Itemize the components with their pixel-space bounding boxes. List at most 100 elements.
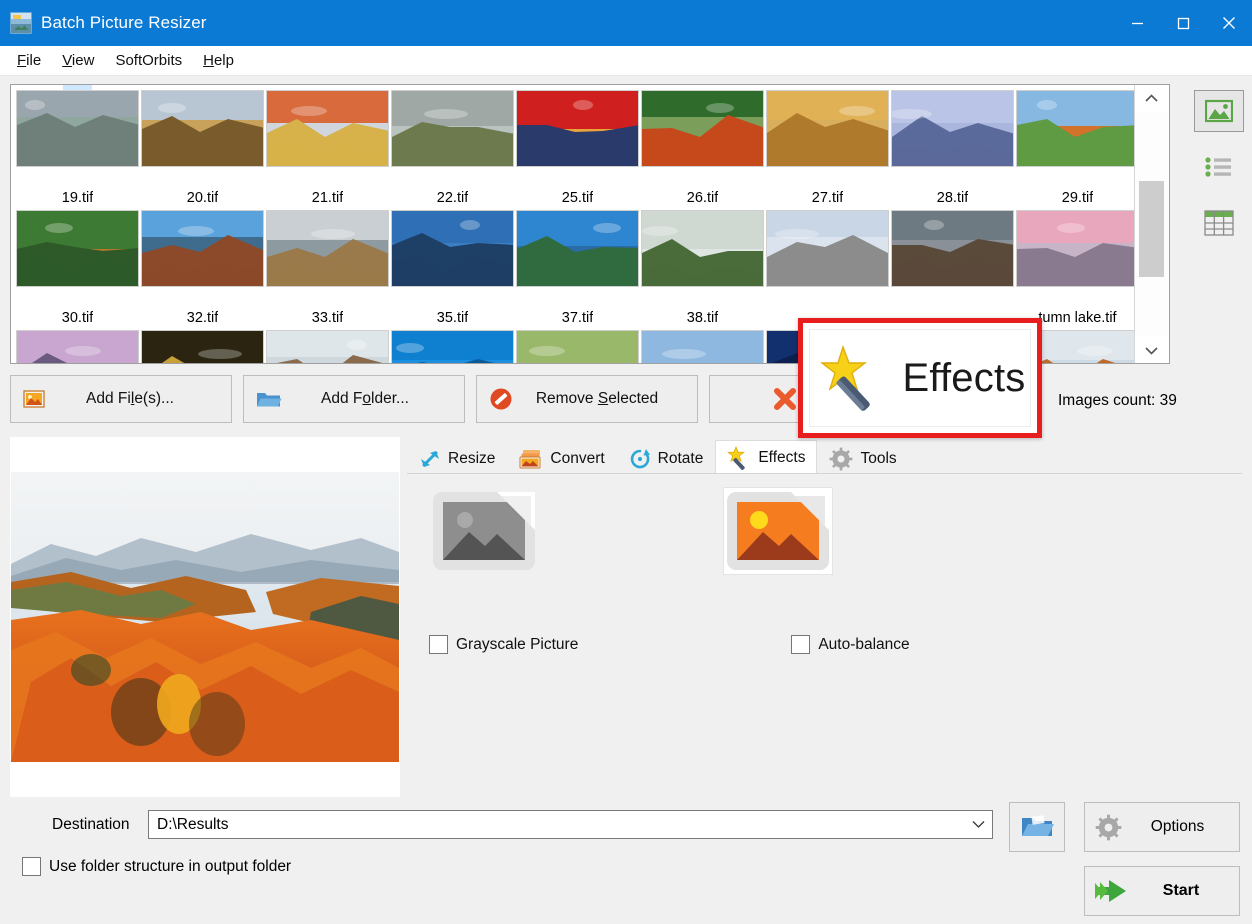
thumbnail-item[interactable]: 28.tif	[890, 189, 1015, 309]
thumbnail-item[interactable]: 38.tif	[640, 309, 765, 363]
color-picture-option[interactable]	[723, 487, 833, 575]
add-files-button[interactable]: Add File(s)...	[10, 375, 232, 423]
use-folder-structure-checkbox[interactable]: Use folder structure in output folder	[22, 857, 291, 876]
image-preview-panel[interactable]	[10, 437, 400, 797]
thumbnail-image	[266, 90, 389, 167]
tab-effects-label: Effects	[758, 449, 805, 467]
magic-wand-icon	[815, 341, 889, 415]
details-view-button[interactable]	[1194, 202, 1244, 244]
scroll-down-button[interactable]	[1135, 337, 1168, 363]
thumbnail-item[interactable]: 32.tif	[140, 309, 265, 363]
thumbnail-image	[16, 330, 139, 363]
menu-bar: File View SoftOrbits Help	[0, 46, 1252, 76]
thumbnail-item[interactable]: 22.tif	[390, 189, 515, 309]
tab-effects[interactable]: Effects	[715, 440, 817, 474]
chevron-down-icon[interactable]	[965, 816, 986, 834]
thumbnail-label: 35.tif	[437, 309, 468, 330]
thumbnail-label: 33.tif	[312, 309, 343, 330]
start-button[interactable]: Start	[1084, 866, 1240, 916]
tab-rotate[interactable]: Rotate	[617, 443, 716, 474]
thumbnail-label: 26.tif	[687, 189, 718, 210]
grayscale-picture-label: Grayscale Picture	[456, 636, 578, 654]
thumbnail-image	[141, 330, 264, 363]
use-folder-structure-label: Use folder structure in output folder	[49, 858, 291, 876]
tab-resize-label: Resize	[448, 450, 495, 468]
effects-icon-row	[429, 487, 833, 575]
list-view-button[interactable]	[1194, 146, 1244, 188]
thumbnail-item[interactable]: 33.tif	[265, 309, 390, 363]
add-folder-label: Add Folder...	[292, 390, 452, 408]
thumbnail-item[interactable]: 6.tif	[140, 85, 265, 189]
rotate-icon	[629, 448, 651, 470]
thumbnail-item[interactable]: 27.tif	[765, 189, 890, 309]
thumbnail-item[interactable]: 21.tif	[265, 189, 390, 309]
auto-balance-checkbox[interactable]: Auto-balance	[791, 635, 909, 654]
thumbnail-image	[766, 210, 889, 287]
thumbnail-item[interactable]: 25.tif	[515, 189, 640, 309]
scrollbar-thumb[interactable]	[1139, 181, 1164, 277]
tab-rotate-label: Rotate	[658, 450, 704, 468]
title-bar: Batch Picture Resizer	[0, 0, 1252, 46]
menu-help[interactable]: Help	[194, 48, 243, 73]
scrollbar-track[interactable]	[1135, 111, 1168, 337]
checkbox-box[interactable]	[429, 635, 448, 654]
thumbnail-label: 25.tif	[562, 189, 593, 210]
folder-icon	[256, 389, 282, 409]
thumbnail-item[interactable]: 30.tif	[15, 309, 140, 363]
thumbnail-label: 19.tif	[62, 189, 93, 210]
minimize-button[interactable]	[1114, 0, 1160, 46]
start-label: Start	[1139, 882, 1229, 900]
scroll-up-button[interactable]	[1135, 85, 1168, 111]
effects-callout-highlight[interactable]: Effects	[798, 318, 1042, 438]
destination-combobox[interactable]	[148, 810, 993, 839]
grayscale-picture-option[interactable]	[429, 487, 539, 575]
thumbnail-label: 22.tif	[437, 189, 468, 210]
thumbnail-image	[891, 90, 1014, 167]
menu-file[interactable]: File	[8, 48, 50, 73]
thumbnail-item[interactable]: 19.tif	[15, 189, 140, 309]
thumbnail-item[interactable]: 5.tif	[15, 85, 140, 189]
effects-callout-label: Effects	[903, 356, 1026, 401]
tab-resize[interactable]: Resize	[407, 443, 507, 474]
close-button[interactable]	[1206, 0, 1252, 46]
thumbnail-image	[266, 330, 389, 363]
thumbnail-item[interactable]: 35.tif	[390, 309, 515, 363]
thumbnail-image	[1016, 90, 1134, 167]
thumbnail-image	[266, 210, 389, 287]
remove-selected-button[interactable]: Remove Selected	[476, 375, 698, 423]
thumbnail-item[interactable]: 12.tif	[640, 85, 765, 189]
checkbox-box[interactable]	[22, 857, 41, 876]
browse-folder-button[interactable]	[1009, 802, 1065, 852]
tab-convert[interactable]: Convert	[507, 443, 616, 474]
thumbnail-item[interactable]: 20.tif	[140, 189, 265, 309]
grayscale-picture-checkbox[interactable]: Grayscale Picture	[429, 635, 578, 654]
thumbnail-view-button[interactable]	[1194, 90, 1244, 132]
destination-input[interactable]	[155, 815, 965, 835]
thumbnail-item[interactable]: 26.tif	[640, 189, 765, 309]
checkbox-box[interactable]	[791, 635, 810, 654]
thumbnail-scrollbar[interactable]	[1134, 85, 1168, 363]
thumbnail-item[interactable]: 18.tif	[1015, 85, 1134, 189]
menu-softorbits-label: SoftOrbits	[115, 52, 182, 69]
thumbnail-item[interactable]: 10.tif	[390, 85, 515, 189]
convert-stack-icon	[519, 448, 543, 470]
menu-view[interactable]: View	[53, 48, 103, 73]
thumbnail-item[interactable]: 11.tif	[515, 85, 640, 189]
menu-view-rest: iew	[72, 52, 95, 69]
thumbnail-image	[16, 90, 139, 167]
maximize-button[interactable]	[1160, 0, 1206, 46]
thumbnail-item[interactable]: 37.tif	[515, 309, 640, 363]
picture-add-icon	[23, 389, 45, 409]
tab-tools[interactable]: Tools	[817, 443, 908, 474]
thumbnail-item[interactable]: 29.tif	[1015, 189, 1134, 309]
add-folder-button[interactable]: Add Folder...	[243, 375, 465, 423]
red-x-icon	[772, 386, 798, 412]
options-button[interactable]: Options	[1084, 802, 1240, 852]
thumbnail-item[interactable]: 14.tif	[765, 85, 890, 189]
remove-selected-label: Remove Selected	[523, 390, 685, 408]
menu-help-rest: elp	[214, 52, 234, 69]
menu-softorbits[interactable]: SoftOrbits	[106, 48, 191, 73]
preview-image	[11, 472, 399, 762]
thumbnail-item[interactable]: 17.tif	[890, 85, 1015, 189]
thumbnail-item[interactable]: 7.tif	[265, 85, 390, 189]
